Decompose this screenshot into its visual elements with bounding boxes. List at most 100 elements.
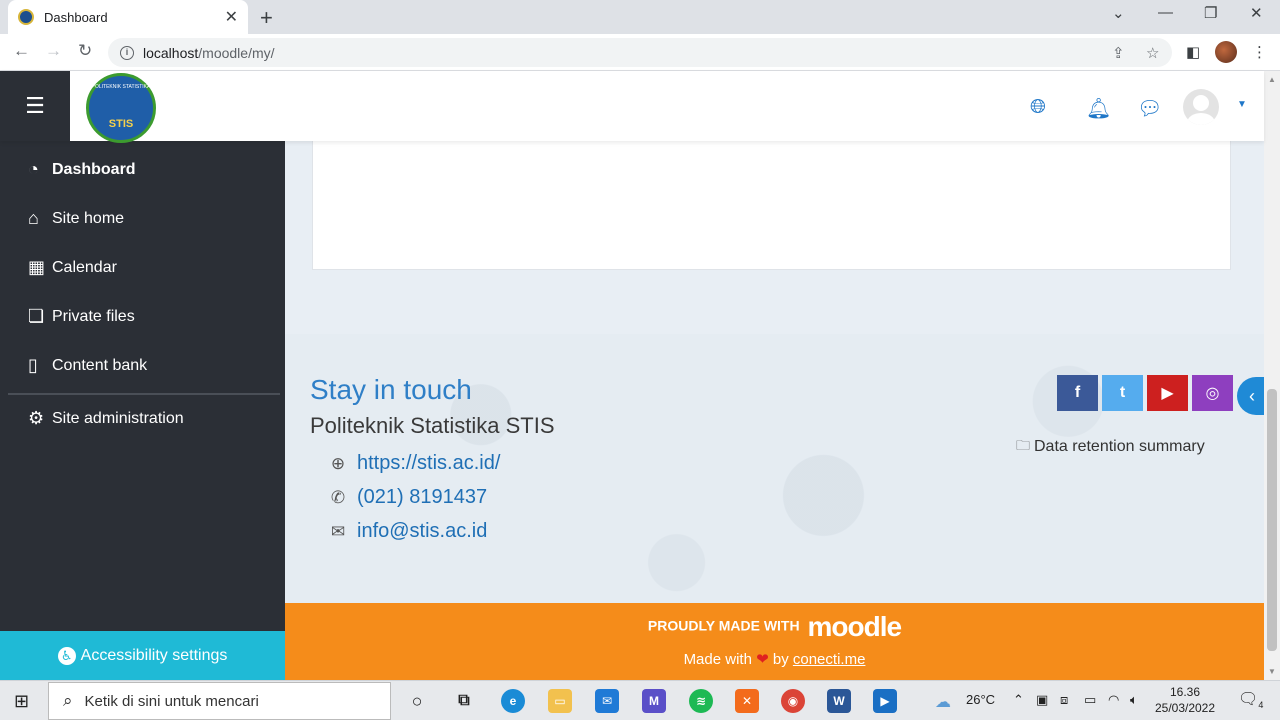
youtube-button[interactable]: ▶ [1147,375,1188,411]
messages-chat-icon[interactable]: 💬︎ [1137,96,1162,121]
stis-logo[interactable]: POLITEKNIK STATISTIKA STIS [86,73,156,143]
twitter-icon: t [1119,384,1126,401]
sidebar-item-calendar[interactable]: ▦ Calendar [28,257,117,278]
file-icon: ❏ [28,306,45,326]
conectime-link[interactable]: conecti.me [793,651,866,668]
scroll-down-icon[interactable]: ▼ [1268,667,1276,676]
url-text[interactable]: localhost/moodle/my/ [143,45,275,61]
spotify-icon[interactable]: ≋ [689,689,713,713]
right-drawer-toggle[interactable]: ‹ [1237,377,1267,415]
accessibility-label: Accessibility settings [80,646,228,664]
data-retention-text: Data retention summary [1034,438,1205,455]
sidebar-item-label: Dashboard [52,160,136,178]
clock-date: 25/03/2022 [1154,701,1216,715]
mail-app-icon[interactable]: ✉ [595,689,619,713]
instagram-button[interactable]: ◎ [1192,375,1233,411]
edge-icon[interactable]: e [501,689,525,713]
cortana-icon[interactable]: ○ [405,689,429,713]
stay-in-touch-heading: Stay in touch [310,374,472,405]
word-icon[interactable]: W [827,689,851,713]
facebook-button[interactable]: f [1057,375,1098,411]
sidebar-divider [8,393,280,395]
moodle-favicon-icon [18,9,34,25]
made-by-line: Made with ❤ by conecti.me [285,650,1264,668]
home-icon: ⌂ [28,208,39,228]
website-link[interactable]: ⊕ https://stis.ac.id/ [328,452,501,475]
sidebar-item-label: Content bank [52,356,148,374]
share-icon[interactable]: ⇪ [1112,44,1125,62]
side-panel-icon[interactable]: ◧ [1186,43,1200,61]
scroll-up-icon[interactable]: ▲ [1268,75,1276,84]
browser-tab-dashboard[interactable]: Dashboard ✕ [8,0,248,34]
twitter-button[interactable]: t [1102,375,1143,411]
restore-button[interactable]: ❐ [1204,4,1217,22]
browser-tab-bar: Dashboard ✕ + ⌄ — ❐ ✕ [0,0,1280,34]
browser-menu-icon[interactable]: ⋮ [1252,43,1267,61]
email-text: info@stis.ac.id [357,520,488,542]
gear-icon: ⚙ [28,408,45,428]
made-with-moodle: PROUDLY MADE WITH moodle [285,611,1264,643]
app-icon[interactable]: M [642,689,666,713]
phone-link[interactable]: ✆ (021) 8191437 [328,486,487,509]
task-view-icon[interactable]: ⧉ [452,689,476,713]
facebook-icon: f [1074,384,1081,401]
user-avatar[interactable] [1183,89,1219,125]
forward-button[interactable]: → [45,41,62,61]
sidebar-item-site-home[interactable]: ⌂ Site home [28,208,124,229]
new-tab-button[interactable]: + [260,5,273,31]
sidebar-item-label: Calendar [52,258,117,276]
accessibility-icon: ♿ [57,646,76,665]
close-tab-icon[interactable]: ✕ [225,7,238,27]
drawer-toggle-button[interactable]: ☰ [0,71,70,141]
taskbar-clock[interactable]: 16.36 25/03/2022 [1150,684,1220,716]
footer-banner: PROUDLY MADE WITH moodle Made with ❤ by … [285,603,1264,680]
browser-profile-avatar[interactable] [1215,41,1237,63]
wifi-icon[interactable]: ◠ [1108,692,1119,708]
notifications-bell-icon[interactable]: 🔔︎ [1086,96,1111,121]
temperature-text[interactable]: 26°C [966,692,995,707]
tray-app-icon[interactable]: ⧈ [1060,692,1068,708]
nav-drawer: ◔ Dashboard ⌂ Site home ▦ Calendar ❏ Pri… [0,141,285,680]
scrollbar-thumb[interactable] [1267,389,1277,651]
sidebar-item-content-bank[interactable]: ▯ Content bank [28,355,147,376]
logo-arc-text: POLITEKNIK STATISTIKA [91,84,151,90]
meet-now-icon[interactable]: ▣ [1036,692,1048,708]
bookmark-star-icon[interactable]: ☆ [1146,44,1159,62]
sidebar-item-label: Site administration [52,409,184,427]
user-menu-caret-icon[interactable]: ▼ [1237,99,1247,110]
logo-text: STIS [108,118,134,130]
url-path: /moodle/my/ [198,44,275,61]
close-window-button[interactable]: ✕ [1250,4,1263,22]
chrome-icon[interactable]: ◉ [781,689,805,713]
back-button[interactable]: ← [13,41,30,61]
media-player-icon[interactable]: ▶ [873,689,897,713]
sidebar-item-dashboard[interactable]: ◔ Dashboard [28,159,136,180]
minimize-button[interactable]: — [1158,4,1173,21]
language-globe-icon[interactable]: 🌐︎ [1030,96,1046,119]
page-scrollbar[interactable]: ▲ ▼ [1264,71,1280,680]
email-link[interactable]: ✉ info@stis.ac.id [328,520,487,543]
data-retention-link[interactable]: 🗀 Data retention summary [1016,435,1205,459]
windows-start-icon[interactable]: ⊞ [14,691,29,712]
omnibox[interactable]: i localhost/moodle/my/ ⇪ ☆ [108,38,1172,67]
organization-name: Politeknik Statistika STIS [310,413,555,438]
moodle-logo[interactable]: moodle [808,611,903,642]
sidebar-item-private-files[interactable]: ❏ Private files [28,306,135,327]
accessibility-settings-button[interactable]: ♿ Accessibility settings [0,631,285,680]
volume-icon[interactable]: 🔈︎ [1130,692,1138,708]
notification-center-icon[interactable]: 🗨︎4 [1238,689,1263,710]
url-host: localhost [143,44,199,61]
file-explorer-icon[interactable]: ▭ [548,689,572,713]
xampp-icon[interactable]: ✕ [735,689,759,713]
weather-icon[interactable]: ☁ [935,692,951,712]
sidebar-item-site-administration[interactable]: ⚙ Site administration [28,408,184,429]
tray-chevron-up-icon[interactable]: ⌃ [1013,692,1024,708]
dashboard-icon: ◔ [28,159,39,179]
battery-icon[interactable]: ▭ [1084,692,1096,708]
site-info-icon[interactable]: i [120,45,134,60]
made-with-text: PROUDLY MADE WITH [647,617,800,634]
reload-button[interactable]: ↻ [78,41,92,61]
taskbar-search-box[interactable]: ⌕ Ketik di sini untuk mencari [48,682,391,720]
tab-search-icon[interactable]: ⌄ [1112,4,1125,22]
made-by-mid: by [772,651,789,668]
